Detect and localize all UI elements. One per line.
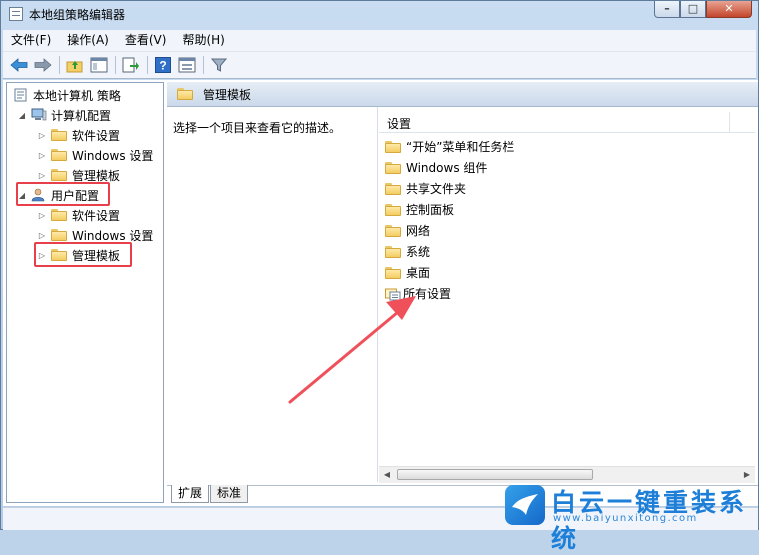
list-item[interactable]: 桌面 [385,262,430,283]
menu-action[interactable]: 操作(A) [59,30,117,51]
content-area: 本地计算机 策略 ◢ 计算机配置 ▷ 软件设置 ▷ Windows 设置 ▷ 管… [3,80,758,506]
expand-icon[interactable]: ▷ [37,151,47,160]
tree-root-label: 本地计算机 策略 [33,88,121,103]
column-header-label: 设置 [387,117,412,131]
list-item-all-settings[interactable]: 所有设置 [385,283,451,304]
window-controls: – □ ✕ [654,1,752,18]
back-icon[interactable] [9,55,29,75]
folder-icon [385,224,401,237]
properties-icon[interactable] [177,55,197,75]
list-item-label: 所有设置 [403,287,452,301]
app-icon [9,7,23,21]
folder-icon [385,245,401,258]
tree-computer-label: 计算机配置 [51,108,112,123]
scroll-thumb[interactable] [397,469,593,480]
maximize-button[interactable]: □ [680,1,706,18]
tree-item[interactable]: ▷ 软件设置 [37,205,120,225]
list-item-label: “开始”菜单和任务栏 [406,140,515,154]
list-item[interactable]: Windows 组件 [385,157,487,178]
scroll-right-icon[interactable]: ▶ [739,467,755,483]
all-settings-icon [385,288,401,300]
folder-icon [177,88,193,100]
show-hide-tree-icon[interactable] [89,55,109,75]
bird-logo-icon [505,485,545,525]
tree-item-label: 管理模板 [72,168,121,183]
tab-extended[interactable]: 扩展 [171,485,210,503]
list-item-label: 网络 [406,224,431,238]
computer-icon [31,108,47,121]
forward-icon[interactable] [33,55,53,75]
description-area: 选择一个项目来查看它的描述。 [167,107,378,482]
description-text: 选择一个项目来查看它的描述。 [173,121,342,135]
tab-standard[interactable]: 标准 [210,485,249,503]
column-divider[interactable] [729,112,730,132]
list-item-label: Windows 组件 [406,161,488,175]
highlight-box-user-config [16,182,110,206]
list-item[interactable]: 网络 [385,220,430,241]
folder-icon [385,140,401,153]
export-list-icon[interactable] [121,55,141,75]
list-item-label: 控制面板 [406,203,455,217]
title-bar[interactable]: 本地组策略编辑器 – □ ✕ [1,1,758,29]
folder-icon [385,182,401,195]
tree-computer-config[interactable]: ◢ 计算机配置 [17,105,111,125]
toolbar-separator [59,56,60,74]
toolbar-separator [147,56,148,74]
tree-item[interactable]: ▷ Windows 设置 [37,145,153,165]
folder-icon [51,169,67,181]
list-item-label: 系统 [406,245,431,259]
window-title: 本地组策略编辑器 [29,8,126,22]
expand-icon[interactable]: ▷ [37,171,47,180]
horizontal-scrollbar[interactable]: ◀ ▶ [379,466,755,483]
up-folder-icon[interactable] [65,55,85,75]
details-title: 管理模板 [203,87,252,102]
folder-icon [51,229,67,241]
list-item-label: 桌面 [406,266,431,280]
folder-icon [51,209,67,221]
folder-icon [385,266,401,279]
list-item[interactable]: “开始”菜单和任务栏 [385,136,514,157]
expand-icon[interactable]: ▷ [37,131,47,140]
tree-root[interactable]: 本地计算机 策略 [13,85,121,105]
folder-icon [51,149,67,161]
folder-icon [385,161,401,174]
expand-icon[interactable]: ▷ [37,231,47,240]
list-item[interactable]: 控制面板 [385,199,454,220]
policy-icon [14,88,27,102]
scroll-left-icon[interactable]: ◀ [379,467,395,483]
tree-item-label: 软件设置 [72,128,121,143]
menu-view[interactable]: 查看(V) [117,30,175,51]
tree-item-label: Windows 设置 [72,228,154,243]
details-header: 管理模板 [167,82,758,107]
menu-bar: 文件(F) 操作(A) 查看(V) 帮助(H) [3,30,756,52]
folder-icon [51,129,67,141]
app-window: 本地组策略编辑器 – □ ✕ 文件(F) 操作(A) 查看(V) 帮助(H) ?… [0,0,759,530]
watermark-url: www.baiyunxitong.com [553,513,698,524]
settings-list[interactable]: 设置 “开始”菜单和任务栏 Windows 组件 共享文件夹 控制面板 网络 系… [379,107,755,482]
expand-icon[interactable]: ▷ [37,211,47,220]
folder-icon [385,203,401,216]
column-header-setting[interactable]: 设置 [379,112,755,133]
help-icon[interactable]: ? [153,55,173,75]
toolbar-separator [115,56,116,74]
toolbar: ? [3,52,756,79]
tree-item-label: 软件设置 [72,208,121,223]
svg-text:?: ? [159,59,166,73]
details-pane: 管理模板 选择一个项目来查看它的描述。 设置 “开始”菜单和任务栏 Window… [167,82,758,503]
list-item[interactable]: 系统 [385,241,430,262]
filter-icon[interactable] [209,55,229,75]
tree-item[interactable]: ▷ 软件设置 [37,125,120,145]
watermark: 白云一键重装系统 www.baiyunxitong.com [505,483,751,553]
collapse-icon[interactable]: ◢ [17,111,27,120]
menu-help[interactable]: 帮助(H) [174,30,232,51]
tree-pane[interactable]: 本地计算机 策略 ◢ 计算机配置 ▷ 软件设置 ▷ Windows 设置 ▷ 管… [6,82,164,503]
list-item[interactable]: 共享文件夹 [385,178,466,199]
highlight-box-admin-templates [34,242,132,267]
list-item-label: 共享文件夹 [406,182,467,196]
minimize-button[interactable]: – [654,1,680,18]
tree-item-label: Windows 设置 [72,148,154,163]
menu-file[interactable]: 文件(F) [3,30,59,51]
toolbar-separator [203,56,204,74]
close-button[interactable]: ✕ [706,1,752,18]
